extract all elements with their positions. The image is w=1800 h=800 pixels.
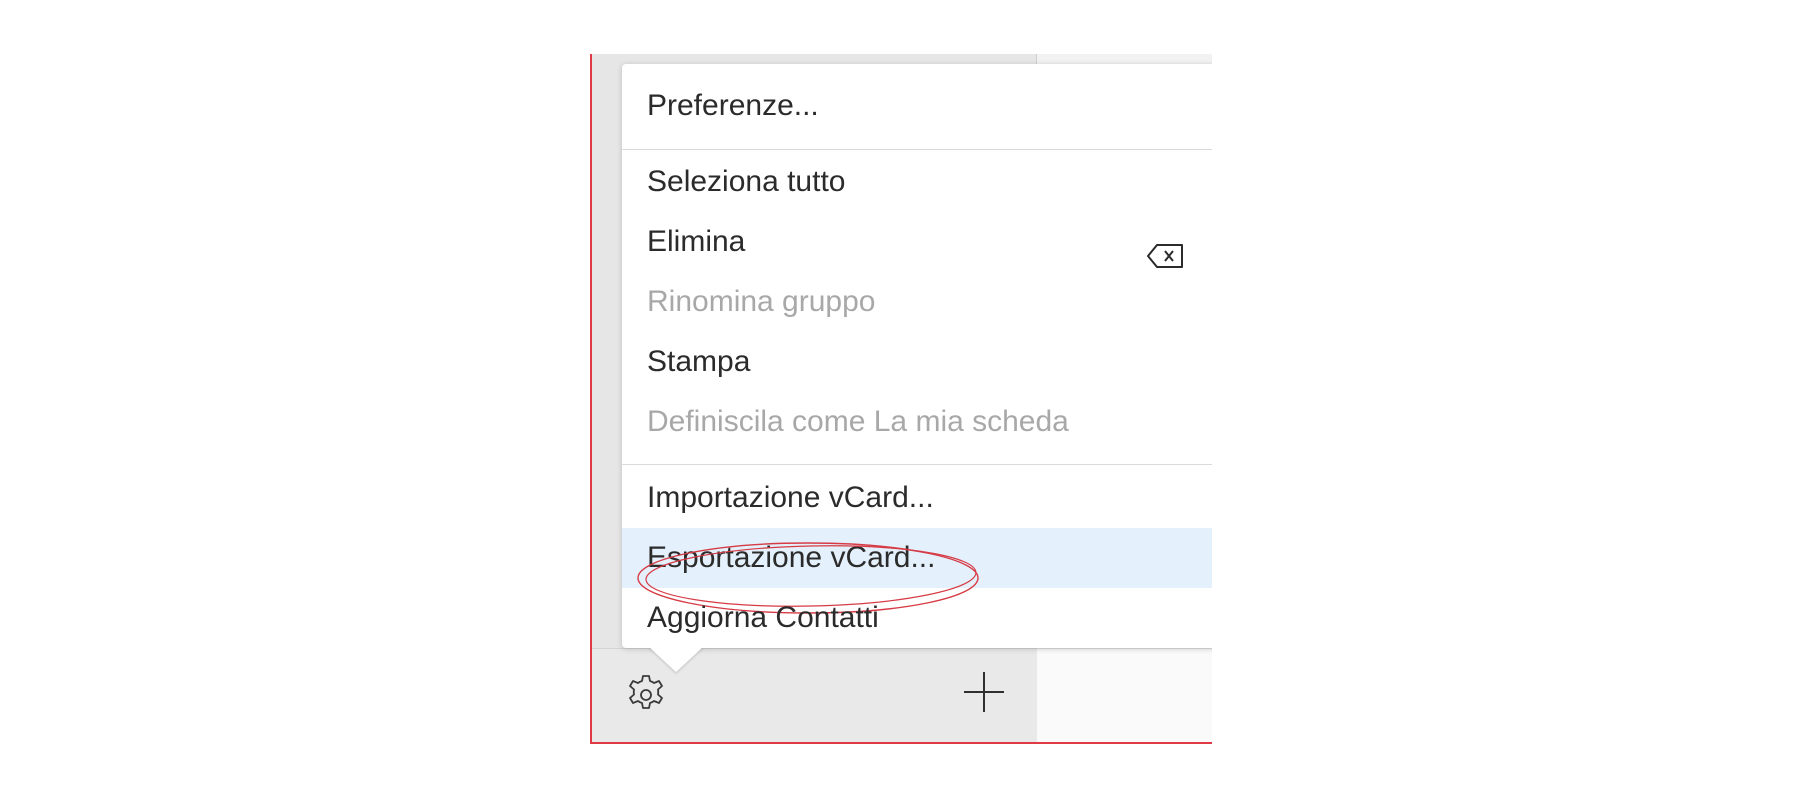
screenshot-stage: Preferenze... Seleziona tutto Elimina Ri…: [0, 0, 1800, 800]
menu-item-stampa[interactable]: Stampa: [622, 332, 1212, 392]
menu-item-rinomina-gruppo: Rinomina gruppo: [622, 272, 1212, 332]
menu-item-label: Stampa: [647, 345, 751, 378]
menu-item-label: Importazione vCard...: [647, 481, 934, 514]
settings-menu: Preferenze... Seleziona tutto Elimina Ri…: [622, 64, 1212, 648]
menu-item-seleziona-tutto[interactable]: Seleziona tutto: [622, 152, 1212, 212]
settings-button[interactable]: [620, 668, 672, 720]
add-contact-button[interactable]: [958, 668, 1010, 720]
menu-item-aggiorna-contatti[interactable]: Aggiorna Contatti: [622, 588, 1212, 648]
menu-separator: [622, 149, 1212, 150]
gear-icon: [622, 668, 670, 721]
menu-item-label: Aggiorna Contatti: [647, 601, 879, 634]
menu-item-label: Rinomina gruppo: [647, 285, 876, 318]
menu-item-label: Esportazione vCard...: [647, 541, 936, 574]
menu-item-importazione-vcard[interactable]: Importazione vCard...: [622, 468, 1212, 528]
menu-item-label: Preferenze...: [647, 89, 819, 122]
menu-item-label: Elimina: [647, 225, 746, 258]
menu-item-preferenze[interactable]: Preferenze...: [622, 76, 1212, 136]
plus-icon: [960, 668, 1008, 721]
menu-item-elimina[interactable]: Elimina: [622, 212, 1212, 272]
menu-item-label: Definiscila come La mia scheda: [647, 405, 1069, 438]
menu-item-label: Seleziona tutto: [647, 165, 846, 198]
delete-key-icon: [1146, 230, 1186, 268]
menu-pointer: [648, 646, 704, 672]
menu-item-definiscila: Definiscila come La mia scheda: [622, 392, 1212, 452]
menu-separator: [622, 464, 1212, 465]
content-header: [1037, 54, 1212, 64]
menu-item-esportazione-vcard[interactable]: Esportazione vCard...: [622, 528, 1212, 614]
contacts-window: Preferenze... Seleziona tutto Elimina Ri…: [590, 54, 1212, 744]
content-toolbar: [1037, 648, 1212, 742]
